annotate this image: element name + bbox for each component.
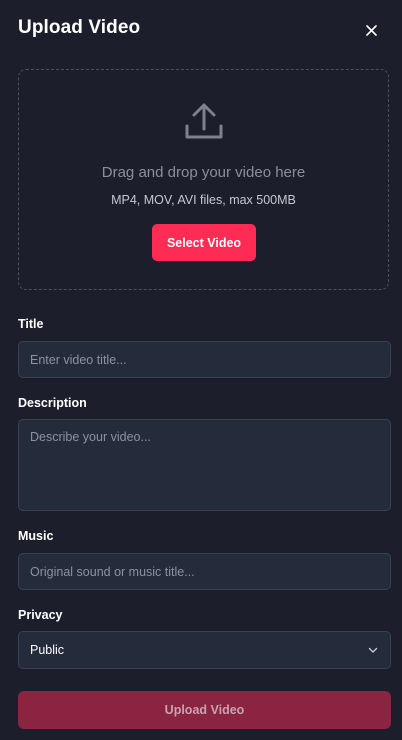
close-icon bbox=[365, 24, 377, 36]
upload-icon bbox=[185, 103, 223, 139]
modal-header: Upload Video bbox=[0, 0, 402, 60]
dropzone-text: Drag and drop your video here bbox=[101, 164, 306, 181]
close-button[interactable] bbox=[360, 19, 382, 41]
video-dropzone[interactable]: Drag and drop your video here MP4, MOV, … bbox=[18, 69, 389, 290]
select-video-button[interactable]: Select Video bbox=[152, 224, 256, 261]
upload-video-button[interactable]: Upload Video bbox=[18, 691, 391, 729]
description-label: Description bbox=[18, 396, 87, 410]
page-title: Upload Video bbox=[18, 17, 141, 38]
privacy-selected-value: Public bbox=[30, 643, 65, 657]
privacy-label: Privacy bbox=[18, 608, 63, 622]
privacy-select[interactable]: Public bbox=[18, 631, 391, 669]
chevron-down-icon bbox=[368, 647, 378, 653]
description-textarea[interactable] bbox=[18, 419, 391, 511]
dropzone-file-requirements: MP4, MOV, AVI files, max 500MB bbox=[111, 193, 296, 207]
title-label: Title bbox=[18, 317, 44, 331]
music-label: Music bbox=[18, 529, 54, 543]
title-input[interactable] bbox=[18, 341, 391, 378]
music-input[interactable] bbox=[18, 553, 391, 590]
